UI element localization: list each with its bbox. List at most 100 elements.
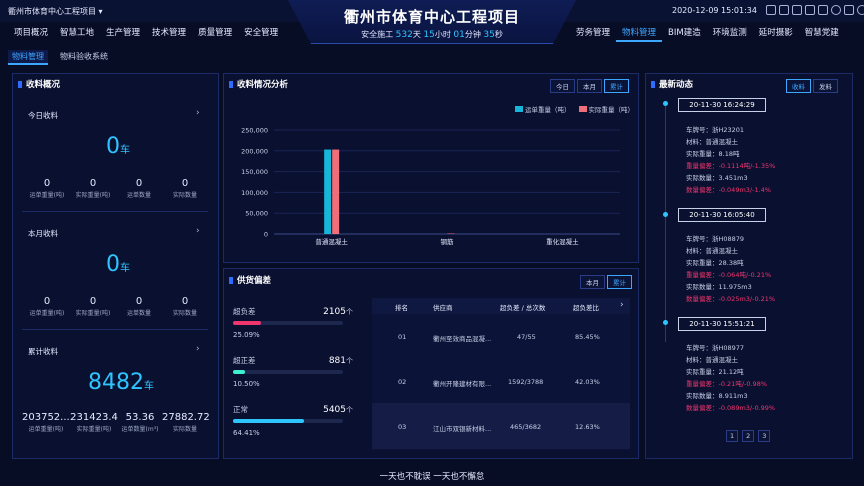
nav-item-party[interactable]: 智慧党建 [799,26,845,42]
tablet-icon[interactable] [792,5,802,15]
table-cell-ratio: 47/55 [517,333,536,341]
entry-details: 车牌号：浙H23201 材料：普通混凝土 实际重量：8.18吨 重量偏差：-0.… [686,124,775,196]
nav-item-environment[interactable]: 环境监测 [707,26,753,42]
month-chevron-icon[interactable]: › [196,226,200,236]
project-selector[interactable]: 衢州市体育中心工程项目 ▾ [8,6,103,17]
toolbar-icons [766,5,864,15]
month-count: 0车 [106,252,130,277]
stat-label: 实际数量 [172,426,197,433]
refresh-icon[interactable] [831,5,841,15]
today-chevron-icon[interactable]: › [196,108,200,118]
supply-total-button[interactable]: 累计 [607,275,632,289]
panel-marker-icon [229,277,233,284]
nav-item-smart-site[interactable]: 智慧工地 [54,26,100,42]
stat-item: 0 运单重量(吨) [24,296,70,317]
range-today-button[interactable]: 今日 [550,79,575,93]
supply-range-buttons: 本月 累计 [580,275,632,289]
supply-item-label: 超负差 [233,307,256,316]
entry-weight-deviation: 重量偏差：-0.064吨/-0.21% [686,271,772,279]
receipt-analysis-title-text: 收料情况分析 [237,80,289,90]
range-total-button[interactable]: 累计 [604,79,629,93]
divider [22,211,208,212]
table-cell-percent: 85.45% [575,333,600,341]
nav-item-labor[interactable]: 劳务管理 [570,26,616,42]
stat-label: 运单数量 [126,310,151,317]
latest-title: 最新动态 [651,78,693,90]
supply-title-text: 供货偏差 [237,276,272,286]
entry-quantity: 实际数量：11.975m3 [686,283,752,291]
y-tick-label: 0 [264,231,268,239]
supply-count-value: 5405 [323,405,346,415]
supply-item-normal: 正常 5405个 64.41% [233,404,353,437]
today-count-unit: 车 [120,145,130,156]
col-header-percent: 超负差比 [573,304,599,312]
shirt-icon[interactable] [844,5,854,15]
col-header-rank: 排名 [395,304,408,312]
entry-quantity-deviation: 数量偏差：-0.089m3/-0.99% [686,404,776,412]
table-cell-supplier: 江山市双银新材料... [433,425,492,433]
page-button[interactable]: 1 [726,430,739,442]
entry-details: 车牌号：浙H08879 材料：普通混凝土 实际重量：28.38吨 重量偏差：-0… [686,233,775,305]
entry-quantity-deviation: 数量偏差：-0.049m3/-1.4% [686,186,771,194]
receipt-analysis-title: 收料情况分析 [229,78,288,90]
grid-icon[interactable] [766,5,776,15]
nav-item-materials[interactable]: 物料管理 [616,26,663,42]
total-chevron-icon[interactable]: › [196,344,200,354]
month-label: 本月收料 [28,229,58,238]
page-button[interactable]: 3 [758,430,771,442]
supply-progress-track [233,419,343,423]
chart-legend: 运单重量（吨） 实际重量（吨） [515,104,634,114]
nav-item-safety[interactable]: 安全管理 [238,26,284,42]
stat-value: 0 [181,178,189,189]
tab-material-acceptance[interactable]: 物料验收系统 [56,50,112,65]
window-icon[interactable] [818,5,828,15]
stat-label: 运单重量(吨) [28,426,64,433]
safety-seconds: 35 [483,30,495,40]
month-count-unit: 车 [120,263,130,274]
range-month-button[interactable]: 本月 [577,79,602,93]
supply-progress-fill [233,419,304,423]
stat-item: 0 实际数量 [162,178,208,199]
dispatch-toggle-button[interactable]: 发料 [813,79,838,93]
entry-plate: 车牌号：浙H08879 [686,235,745,243]
tab-material-management[interactable]: 物料管理 [8,50,48,65]
page-button[interactable]: 2 [742,430,755,442]
timeline-dot [663,101,668,106]
supply-month-button[interactable]: 本月 [580,275,605,289]
receive-toggle-button[interactable]: 收料 [786,79,811,93]
table-cell-percent: 12.63% [575,423,600,431]
nav-item-timelapse[interactable]: 延时摄影 [753,26,799,42]
table-cell-rank: 03 [398,423,407,431]
page-title: 衢州市体育中心工程项目 [343,8,520,26]
user-icon[interactable] [857,5,864,15]
col-header-ratio: 超负差 / 总次数 [500,304,546,312]
panel-marker-icon [229,81,233,88]
table-next-chevron-icon[interactable]: › [620,300,624,310]
y-tick-label: 250,000 [241,127,268,135]
analysis-range-buttons: 今日 本月 累计 [550,79,629,93]
nav-item-bim[interactable]: BIM建造 [662,26,707,42]
legend-label: 运单重量（吨） [525,106,571,114]
y-tick-label: 200,000 [241,147,268,155]
nav-item-technical[interactable]: 技术管理 [146,26,192,42]
nav-item-overview[interactable]: 项目概况 [8,26,54,42]
supply-progress-fill [233,370,245,374]
supply-item-count: 881个 [329,356,353,366]
entry-details: 车牌号：浙H08977 材料：普通混凝土 实际重量：21.12吨 重量偏差：-0… [686,342,775,414]
latest-toggle-buttons: 收料 发料 [786,79,838,93]
entry-material: 材料：普通混凝土 [686,247,738,255]
project-name: 衢州市体育中心工程项目 [8,7,96,16]
stat-value: 0 [89,178,97,189]
list-icon[interactable] [805,5,815,15]
entry-material: 材料：普通混凝土 [686,138,738,146]
nav-item-production[interactable]: 生产管理 [100,26,146,42]
timeline-dot [663,212,668,217]
x-tick-label: 钢筋 [441,237,455,246]
stat-label: 运单数量(m³) [121,426,159,433]
monitor-icon[interactable] [779,5,789,15]
today-stats: 0 运单重量(吨) 0 实际重量(吨) 0 运单数量 0 实际数量 [24,178,208,199]
stat-value: 0 [43,178,51,189]
stat-value: 53.36 [125,412,155,423]
nav-item-quality[interactable]: 质量管理 [192,26,238,42]
supply-progress-track [233,321,343,325]
